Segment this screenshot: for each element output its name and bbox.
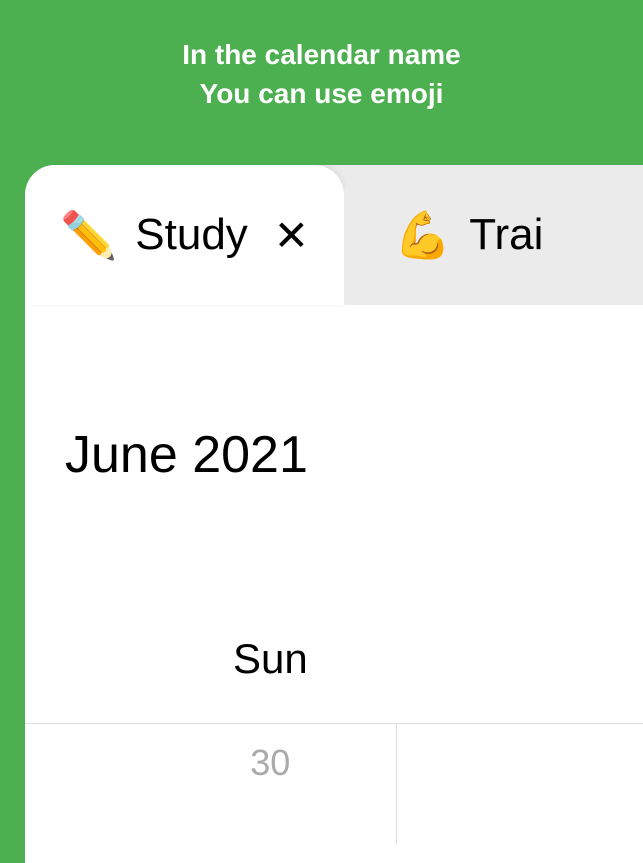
day-number: 30 <box>250 742 290 783</box>
calendar-cell[interactable] <box>397 724 643 844</box>
weekday-header-sun: Sun <box>233 485 643 683</box>
tab-label: Study <box>135 210 248 260</box>
month-title: June 2021 <box>25 305 643 485</box>
calendar-app-window: ✏️ Study ✕ 💪 Trai June 2021 Sun 30 <box>25 165 643 863</box>
calendar-cell-prev-30[interactable]: 30 <box>145 724 397 844</box>
promo-line-1: In the calendar name <box>0 35 643 74</box>
promo-banner: In the calendar name You can use emoji <box>0 0 643 113</box>
tabs-row: ✏️ Study ✕ 💪 Trai <box>25 165 643 305</box>
flexed-bicep-icon: 💪 <box>394 212 451 258</box>
tab-training[interactable]: 💪 Trai <box>344 165 578 305</box>
close-icon[interactable]: ✕ <box>274 211 309 260</box>
pencil-icon: ✏️ <box>60 212 117 258</box>
calendar-grid-row: 30 <box>25 723 643 844</box>
promo-line-2: You can use emoji <box>0 74 643 113</box>
tab-study[interactable]: ✏️ Study ✕ <box>25 165 344 305</box>
tab-label: Trai <box>469 210 543 260</box>
